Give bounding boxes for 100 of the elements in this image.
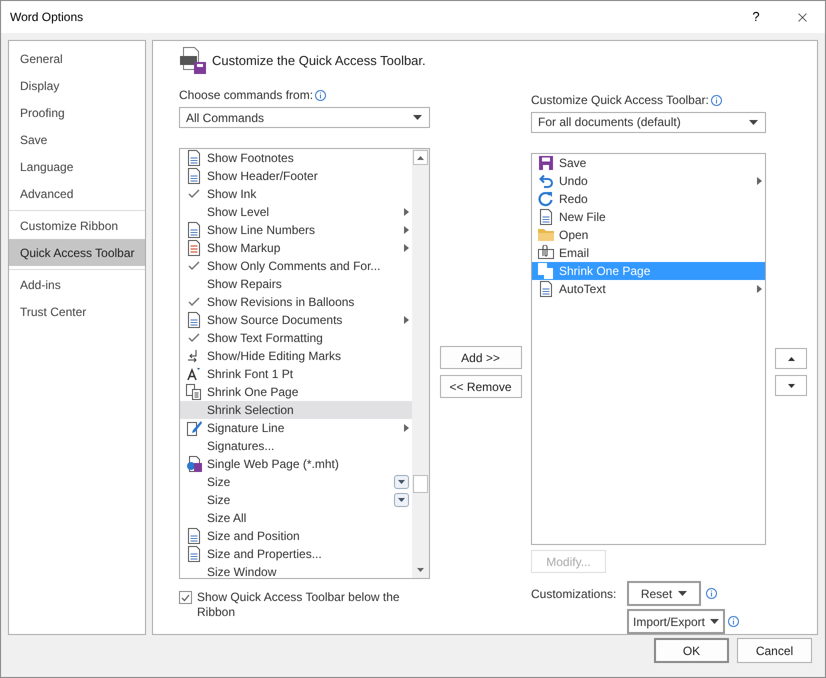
move-up-button[interactable] — [775, 348, 807, 369]
command-item[interactable]: Size and Position — [180, 527, 412, 545]
sidebar-item[interactable]: Display — [9, 72, 145, 99]
down-arrow-icon — [788, 384, 794, 388]
sidebar-item[interactable]: General — [9, 45, 145, 72]
command-item[interactable]: Show Level — [180, 203, 412, 221]
command-item[interactable]: Show Header/Footer — [180, 167, 412, 185]
paperclip-icon — [538, 244, 554, 261]
command-item[interactable]: Size and Properties... — [180, 545, 412, 563]
command-label: Show Text Formatting — [207, 330, 324, 347]
command-item[interactable]: Show Ink — [180, 185, 412, 203]
window-title: Word Options — [10, 9, 84, 26]
ok-button[interactable]: OK — [654, 638, 729, 663]
check-icon — [188, 261, 200, 271]
checkbox-label: Show Quick Access Toolbar below the Ribbon — [197, 590, 401, 620]
command-item[interactable]: Email — [532, 244, 765, 262]
command-item[interactable]: Shrink One Page — [180, 383, 412, 401]
command-item[interactable]: Undo — [532, 172, 765, 190]
command-item[interactable]: Show/Hide Editing Marks — [180, 347, 412, 365]
help-button[interactable]: ? — [733, 1, 779, 33]
command-item[interactable]: Signature Line — [180, 419, 412, 437]
command-item[interactable]: Size All — [180, 509, 412, 527]
sidebar-item[interactable]: Customize Ribbon — [9, 212, 145, 239]
command-item[interactable]: Show Markup — [180, 239, 412, 257]
page-icon — [186, 528, 200, 544]
command-label: Shrink One Page — [559, 262, 652, 280]
checkbox[interactable] — [179, 591, 192, 604]
info-icon — [706, 588, 717, 599]
command-item[interactable]: Show Source Documents — [180, 311, 412, 329]
check-icon — [188, 297, 200, 307]
import-export-button[interactable]: Import/Export — [627, 609, 725, 634]
sidebar-item[interactable]: Trust Center — [9, 298, 145, 325]
command-label: Email — [559, 244, 590, 262]
page-icon — [538, 208, 552, 225]
command-item[interactable]: Size — [180, 473, 412, 491]
field-label: Customize Quick Access Toolbar: — [531, 92, 709, 109]
move-down-button[interactable] — [775, 375, 807, 396]
command-label: Show Source Documents — [207, 312, 344, 329]
cancel-button[interactable]: Cancel — [737, 638, 812, 663]
undo-icon — [538, 174, 554, 188]
command-label: Size Window — [207, 564, 278, 578]
check-icon — [188, 189, 200, 199]
command-item[interactable]: Shrink Selection — [180, 401, 412, 419]
command-item[interactable]: Shrink Font 1 Pt — [180, 365, 412, 383]
command-item[interactable]: Show Only Comments and For... — [180, 257, 412, 275]
sidebar-item[interactable]: Quick Access Toolbar — [9, 239, 145, 266]
info-icon — [728, 616, 739, 627]
command-label: Show Only Comments and For... — [207, 258, 382, 275]
command-item[interactable]: Signatures... — [180, 437, 412, 455]
command-item[interactable]: Size — [180, 491, 412, 509]
pages-icon — [186, 384, 202, 400]
command-item[interactable]: Open — [532, 226, 765, 244]
command-label: Shrink Font 1 Pt — [207, 366, 294, 383]
command-item[interactable]: AutoText — [532, 280, 765, 298]
pages-icon — [538, 262, 554, 279]
command-label: Show Markup — [207, 240, 282, 257]
sidebar-item[interactable]: Advanced — [9, 180, 145, 207]
page-icon — [186, 222, 200, 238]
command-item[interactable]: Redo — [532, 190, 765, 208]
command-label: Size All — [207, 510, 248, 527]
customizations-label: Customizations: — [531, 586, 618, 602]
scrollbar[interactable] — [412, 149, 429, 578]
command-item[interactable]: New File — [532, 208, 765, 226]
command-label: Show Level — [207, 204, 270, 221]
info-icon — [315, 90, 326, 100]
caret-icon — [749, 120, 758, 125]
folder-icon — [538, 228, 554, 242]
command-label: Size and Properties... — [207, 546, 323, 563]
scroll-thumb[interactable] — [413, 475, 428, 493]
command-label: New File — [559, 208, 607, 226]
command-item[interactable]: Size Window — [180, 563, 412, 578]
sidebar-item[interactable]: Proofing — [9, 99, 145, 126]
command-label: Show Repairs — [207, 276, 283, 293]
command-item[interactable]: Show Line Numbers — [180, 221, 412, 239]
add-button[interactable]: Add >> — [440, 346, 522, 369]
command-item[interactable]: Show Revisions in Balloons — [180, 293, 412, 311]
command-label: Show Revisions in Balloons — [207, 294, 356, 311]
scroll-up-icon[interactable] — [413, 150, 428, 165]
commands-dropdown[interactable]: All Commands — [179, 107, 430, 128]
remove-button[interactable]: << Remove — [440, 375, 522, 398]
command-label: Show/Hide Editing Marks — [207, 348, 342, 365]
command-item[interactable]: Show Repairs — [180, 275, 412, 293]
sidebar-item[interactable]: Language — [9, 153, 145, 180]
command-label: Show Header/Footer — [207, 168, 319, 185]
check-icon — [188, 333, 200, 343]
command-label: Single Web Page (*.mht) — [207, 456, 340, 473]
command-label: Signatures... — [207, 438, 276, 455]
printer-save-icon — [179, 47, 207, 75]
reset-button[interactable]: Reset — [627, 581, 701, 606]
section-heading: Customize the Quick Access Toolbar. — [212, 52, 426, 70]
command-item[interactable]: Show Text Formatting — [180, 329, 412, 347]
command-label: Show Footnotes — [207, 150, 295, 167]
sidebar-item[interactable]: Add-ins — [9, 271, 145, 298]
toolbar-scope-dropdown[interactable]: For all documents (default) — [531, 112, 766, 133]
command-item[interactable]: Single Web Page (*.mht) — [180, 455, 412, 473]
font-icon — [186, 367, 200, 381]
command-item[interactable]: Save — [532, 154, 765, 172]
sidebar-item[interactable]: Save — [9, 126, 145, 153]
command-item[interactable]: Show Footnotes — [180, 149, 412, 167]
caret-icon — [678, 591, 688, 596]
